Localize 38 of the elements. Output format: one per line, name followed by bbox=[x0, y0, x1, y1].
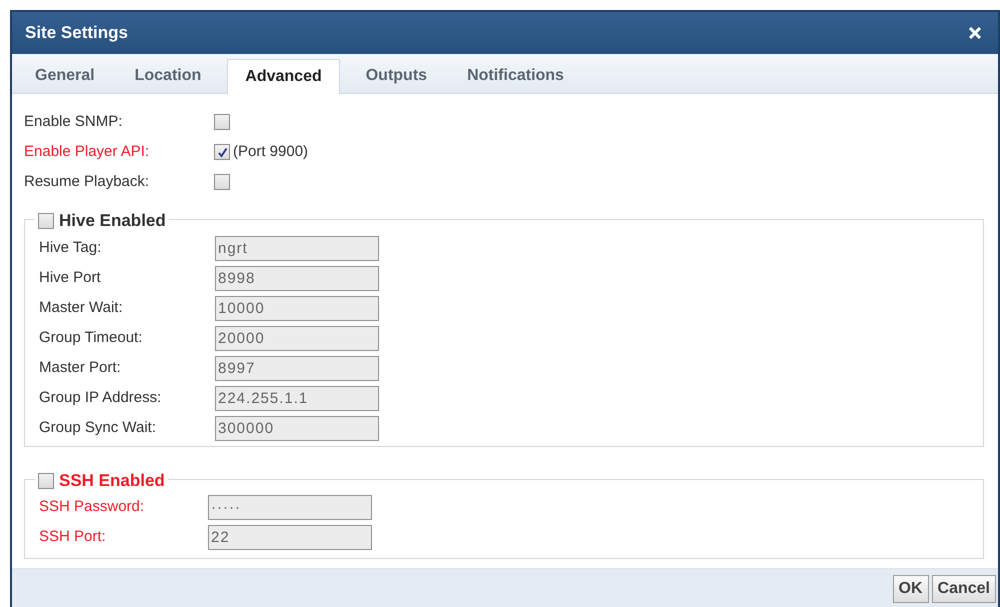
field-label: Enable Player API: bbox=[24, 142, 150, 162]
dialog-button[interactable]: OK bbox=[892, 574, 929, 602]
field-label: Group Timeout: bbox=[39, 328, 144, 348]
input-field[interactable]: ····· bbox=[208, 495, 372, 520]
port-note: (Port 9900) bbox=[233, 142, 308, 162]
field-label: Hive Tag: bbox=[39, 238, 102, 258]
field-label: SSH Enabled bbox=[59, 470, 165, 492]
checkbox[interactable] bbox=[38, 212, 54, 229]
input-field[interactable]: 20000 bbox=[215, 326, 379, 351]
field-label: Group Sync Wait: bbox=[39, 418, 157, 438]
field-label: Master Port: bbox=[39, 358, 122, 378]
input-field[interactable]: 22 bbox=[208, 525, 372, 550]
checkbox[interactable] bbox=[214, 174, 230, 190]
input-field[interactable]: 224.255.1.1 bbox=[215, 386, 379, 411]
field-label: Group IP Address: bbox=[39, 388, 162, 408]
tab[interactable]: Advanced bbox=[227, 59, 340, 94]
field-label: Enable SNMP: bbox=[24, 112, 124, 132]
tab[interactable]: General bbox=[15, 58, 115, 93]
checkbox[interactable] bbox=[38, 472, 54, 489]
input-field[interactable]: 10000 bbox=[215, 296, 379, 321]
tab[interactable]: Location bbox=[114, 58, 222, 93]
tab[interactable]: Outputs bbox=[346, 58, 448, 93]
field-label: SSH Port: bbox=[39, 527, 107, 548]
field-label: Hive Enabled bbox=[59, 210, 166, 232]
field-label: Hive Port bbox=[39, 268, 102, 288]
field-label: SSH Password: bbox=[39, 497, 146, 518]
input-field[interactable]: 300000 bbox=[215, 416, 379, 441]
window-title: Site Settings bbox=[25, 22, 128, 44]
dialog-button[interactable]: Cancel bbox=[932, 574, 996, 602]
input-field[interactable]: ngrt bbox=[215, 236, 379, 261]
checkbox[interactable] bbox=[214, 114, 230, 130]
field-label: Master Wait: bbox=[39, 298, 124, 318]
field-label: Resume Playback: bbox=[24, 172, 150, 192]
input-field[interactable]: 8997 bbox=[215, 356, 379, 381]
checkbox[interactable] bbox=[214, 144, 230, 160]
input-field[interactable]: 8998 bbox=[215, 266, 379, 291]
close-icon[interactable] bbox=[969, 27, 981, 39]
tab[interactable]: Notifications bbox=[447, 58, 584, 93]
